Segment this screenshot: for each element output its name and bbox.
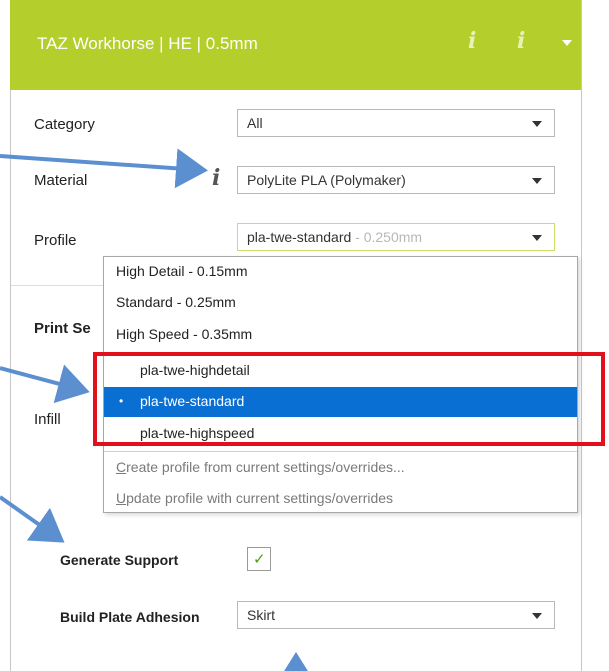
highlight-box: [93, 352, 605, 446]
dropdown-item[interactable]: High Speed - 0.35mm: [104, 320, 577, 350]
generate-support-label: Generate Support: [60, 552, 179, 568]
dropdown-item[interactable]: Standard - 0.25mm: [104, 288, 577, 318]
checkmark-icon: ✓: [253, 551, 266, 568]
category-value: All: [247, 115, 263, 131]
material-value: PolyLite PLA (Polymaker): [247, 172, 406, 188]
infill-label: Infill: [34, 411, 61, 428]
generate-support-checkbox[interactable]: ✓: [247, 547, 271, 571]
chevron-down-icon: [532, 178, 542, 184]
material-combo[interactable]: PolyLite PLA (Polymaker): [237, 166, 555, 194]
divider: [11, 285, 104, 286]
print-settings-heading: Print Se: [34, 320, 91, 337]
chevron-down-icon: [532, 613, 542, 619]
material-info-icon[interactable]: i: [212, 165, 220, 191]
info-icon-2[interactable]: i: [517, 28, 525, 54]
dropdown-item[interactable]: High Detail - 0.15mm: [104, 257, 577, 287]
build-plate-combo[interactable]: Skirt: [237, 601, 555, 629]
update-profile-action[interactable]: Update profile with current settings/ove…: [104, 484, 577, 514]
dropdown-separator: [104, 451, 577, 452]
chevron-down-icon: [532, 121, 542, 127]
build-plate-label: Build Plate Adhesion: [60, 609, 200, 625]
profile-combo[interactable]: pla-twe-standard - 0.250mm: [237, 223, 555, 251]
chevron-down-icon[interactable]: [562, 40, 572, 46]
profile-label: Profile: [34, 232, 77, 249]
printer-header[interactable]: TAZ Workhorse | HE | 0.5mm i i: [10, 0, 581, 90]
material-label: Material: [34, 172, 88, 189]
build-plate-value: Skirt: [247, 607, 275, 623]
create-profile-action[interactable]: Create profile from current settings/ove…: [104, 453, 577, 483]
category-label: Category: [34, 116, 95, 133]
category-combo[interactable]: All: [237, 109, 555, 137]
profile-value: pla-twe-standard - 0.250mm: [247, 229, 423, 245]
chevron-down-icon: [532, 235, 542, 241]
info-icon[interactable]: i: [468, 28, 476, 54]
printer-title: TAZ Workhorse | HE | 0.5mm: [37, 34, 258, 53]
